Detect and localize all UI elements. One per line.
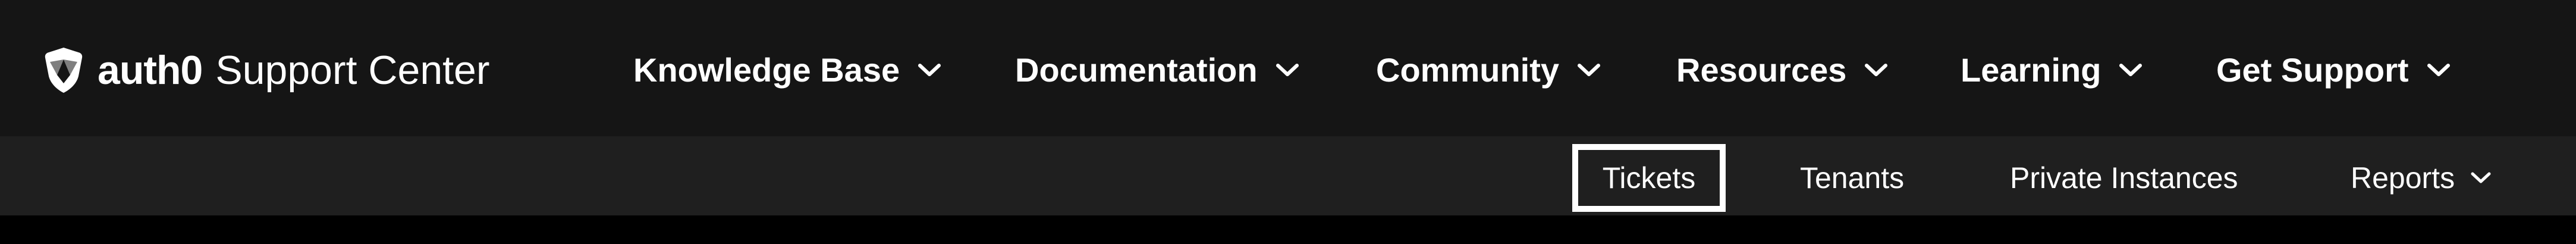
chevron-down-icon xyxy=(2427,64,2450,76)
tab-label: Tickets xyxy=(1602,161,1696,195)
brand-home-link[interactable]: auth0 Support Center xyxy=(43,45,490,95)
chevron-down-icon xyxy=(1865,64,1888,76)
brand-name: auth0 xyxy=(98,48,203,93)
chevron-down-icon xyxy=(1276,64,1299,76)
chevron-down-icon xyxy=(2471,172,2491,183)
nav-learning[interactable]: Learning xyxy=(1961,45,2143,95)
brand-product-name: Support Center xyxy=(215,48,490,93)
tab-reports[interactable]: Reports xyxy=(2351,144,2492,212)
tab-tenants[interactable]: Tenants xyxy=(1800,144,1904,212)
nav-label: Documentation xyxy=(1015,51,1258,89)
chevron-down-icon xyxy=(2119,64,2143,76)
nav-resources[interactable]: Resources xyxy=(1676,45,1888,95)
auth0-shield-icon xyxy=(45,48,83,93)
nav-label: Get Support xyxy=(2216,51,2409,89)
tab-label: Reports xyxy=(2351,161,2455,195)
chevron-down-icon xyxy=(1578,64,1600,76)
tab-tickets[interactable]: Tickets xyxy=(1572,144,1726,212)
nav-label: Knowledge Base xyxy=(633,51,900,89)
nav-community[interactable]: Community xyxy=(1376,45,1601,95)
chevron-down-icon xyxy=(918,64,941,76)
tab-private-instances[interactable]: Private Instances xyxy=(2010,144,2238,212)
nav-documentation[interactable]: Documentation xyxy=(1015,45,1299,95)
nav-get-support[interactable]: Get Support xyxy=(2216,45,2451,95)
nav-knowledge-base[interactable]: Knowledge Base xyxy=(633,45,941,95)
tab-label: Private Instances xyxy=(2010,161,2238,195)
nav-label: Resources xyxy=(1676,51,1847,89)
nav-label: Learning xyxy=(1961,51,2101,89)
nav-label: Community xyxy=(1376,51,1559,89)
tab-label: Tenants xyxy=(1800,161,1905,195)
